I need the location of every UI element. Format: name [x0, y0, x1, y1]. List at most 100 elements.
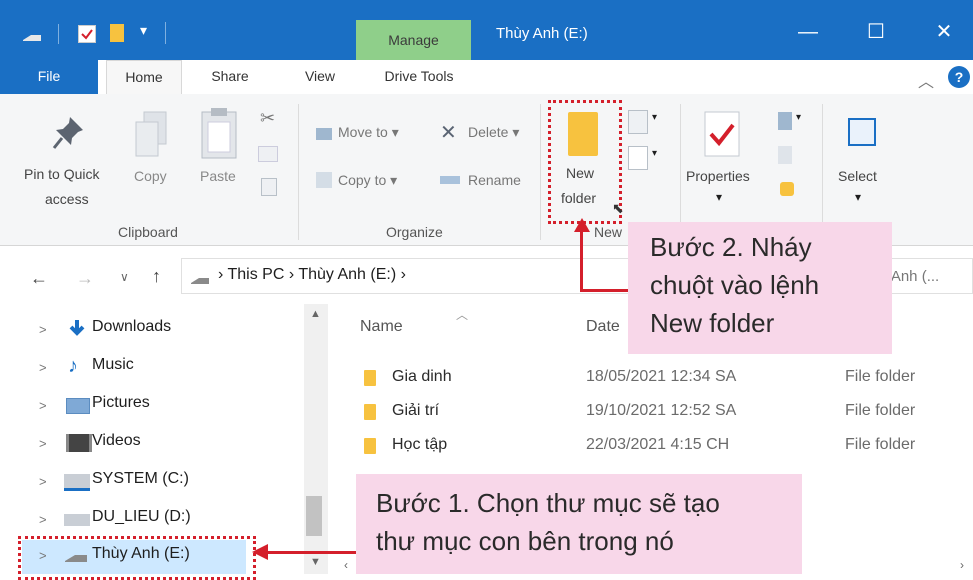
- expand-icon[interactable]: >: [39, 398, 47, 413]
- paste-shortcut-icon[interactable]: [261, 178, 277, 196]
- breadcrumb[interactable]: › This PC › Thùy Anh (E:) ›: [218, 266, 406, 284]
- file-name[interactable]: Giải trí: [392, 402, 439, 420]
- properties-quick-icon[interactable]: [78, 25, 96, 43]
- file-type: File folder: [845, 368, 916, 385]
- pin-to-quick-access-label[interactable]: Pin to Quick: [24, 166, 99, 182]
- delete-button[interactable]: Delete ▾: [468, 124, 519, 141]
- sort-indicator-icon: ︿: [456, 308, 469, 322]
- breadcrumb-this-pc[interactable]: This PC: [227, 266, 284, 283]
- nav-scroll-thumb[interactable]: [306, 496, 322, 536]
- dropdown-arrow-icon: ▾: [855, 190, 862, 204]
- collapse-ribbon-icon[interactable]: ︿: [918, 68, 934, 92]
- callout-step-1-line-1: Bước 1. Chọn thư mục sẽ tạo: [376, 488, 720, 518]
- move-to-label: Move to: [338, 124, 388, 140]
- dropdown-arrow-icon: ▾: [652, 148, 658, 159]
- copy-path-icon[interactable]: [258, 146, 278, 162]
- nav-item-pictures[interactable]: Pictures: [92, 394, 150, 412]
- pictures-icon: [66, 398, 90, 414]
- expand-icon[interactable]: >: [39, 360, 47, 375]
- properties-icon: [704, 111, 740, 157]
- help-icon[interactable]: ?: [948, 66, 970, 88]
- tab-view[interactable]: View: [290, 60, 350, 94]
- folder-icon: [364, 404, 376, 420]
- breadcrumb-separator: ›: [218, 266, 224, 283]
- callout-step-2: Bước 2. Nháy chuột vào lệnh New folder: [628, 222, 892, 354]
- paste-button[interactable]: Paste: [200, 168, 236, 184]
- music-icon: ♪: [68, 355, 78, 377]
- tab-file[interactable]: File: [0, 60, 98, 94]
- file-name[interactable]: Gia dinh: [392, 368, 452, 386]
- copy-button[interactable]: Copy: [134, 168, 167, 184]
- open-icon[interactable]: [778, 112, 792, 130]
- separator: [165, 22, 166, 44]
- up-icon[interactable]: ↑: [152, 266, 161, 287]
- forward-icon[interactable]: →: [76, 268, 94, 289]
- back-icon[interactable]: ←: [30, 268, 48, 289]
- arrow-line: [580, 228, 583, 292]
- nav-item-music[interactable]: Music: [92, 356, 134, 374]
- scroll-up-icon[interactable]: ▲: [310, 308, 321, 320]
- window-title: Thùy Anh (E:): [496, 25, 588, 42]
- callout-step-2-line-3: New folder: [650, 308, 775, 338]
- new-folder-quick-icon[interactable]: [110, 24, 124, 42]
- breadcrumb-separator: ›: [400, 266, 406, 283]
- dropdown-arrow-icon: ▾: [716, 190, 723, 204]
- cut-icon[interactable]: ✂: [260, 108, 275, 129]
- file-name[interactable]: Học tập: [392, 436, 447, 454]
- pin-icon: [52, 117, 83, 149]
- tab-share[interactable]: Share: [200, 60, 260, 94]
- move-to-button[interactable]: Move to ▾: [338, 124, 399, 141]
- column-header-date[interactable]: Date: [586, 318, 620, 336]
- history-icon[interactable]: [780, 182, 794, 196]
- copy-to-button[interactable]: Copy to ▾: [338, 172, 397, 189]
- callout-step-2-line-1: Bước 2. Nháy: [650, 232, 812, 262]
- select-button[interactable]: Select: [838, 168, 877, 184]
- scroll-right-icon[interactable]: ›: [960, 558, 964, 572]
- nav-item-downloads[interactable]: Downloads: [92, 318, 171, 336]
- close-button[interactable]: ✕: [912, 14, 973, 50]
- maximize-button[interactable]: ☐: [844, 14, 908, 50]
- separator: [58, 24, 59, 44]
- new-folder-button[interactable]: [548, 100, 622, 224]
- folder-icon: [364, 370, 376, 386]
- rename-icon: [440, 176, 460, 184]
- scroll-left-icon[interactable]: ‹: [344, 558, 348, 572]
- copy-to-label: Copy to: [338, 172, 387, 188]
- file-date: 19/10/2021 12:52 SA: [586, 402, 737, 419]
- file-date: 18/05/2021 12:34 SA: [586, 368, 737, 385]
- group-divider: [540, 104, 541, 240]
- tab-drive-tools[interactable]: Drive Tools: [374, 60, 464, 94]
- nav-item-system-c[interactable]: SYSTEM (C:): [92, 470, 189, 488]
- edit-icon[interactable]: [778, 146, 792, 164]
- drive-icon: [23, 35, 41, 41]
- nav-item-videos[interactable]: Videos: [92, 432, 141, 450]
- pin-to-quick-access-label-2[interactable]: access: [45, 191, 89, 207]
- expand-icon[interactable]: >: [39, 436, 47, 451]
- selected-folder-highlight: [18, 536, 256, 580]
- minimize-button[interactable]: —: [776, 14, 840, 50]
- expand-icon[interactable]: >: [39, 322, 47, 337]
- column-header-name[interactable]: Name: [360, 318, 403, 336]
- dropdown-arrow-icon: ▾: [796, 112, 802, 123]
- rename-button[interactable]: Rename: [468, 172, 521, 188]
- file-type: File folder: [845, 402, 916, 419]
- tab-manage[interactable]: Manage: [356, 20, 471, 60]
- group-label-organize: Organize: [386, 224, 443, 240]
- expand-icon[interactable]: >: [39, 512, 47, 527]
- new-item-icon[interactable]: [628, 110, 648, 134]
- properties-button[interactable]: Properties: [686, 168, 750, 184]
- group-divider: [680, 104, 681, 240]
- folder-icon: [364, 438, 376, 454]
- dropdown-arrow-icon: ▾: [652, 112, 658, 123]
- arrow-line: [264, 551, 356, 554]
- customize-quick-access-icon[interactable]: ▾: [140, 22, 147, 39]
- nav-item-du-lieu-d[interactable]: DU_LIEU (D:): [92, 508, 191, 526]
- scroll-down-icon[interactable]: ▼: [310, 556, 321, 568]
- recent-locations-icon[interactable]: ∨: [120, 270, 129, 284]
- expand-icon[interactable]: >: [39, 474, 47, 489]
- group-label-clipboard: Clipboard: [118, 224, 178, 240]
- tab-home[interactable]: Home: [106, 60, 182, 96]
- easy-access-icon[interactable]: [628, 146, 648, 170]
- breadcrumb-drive[interactable]: Thùy Anh (E:): [298, 266, 396, 283]
- breadcrumb-separator: ›: [288, 266, 295, 283]
